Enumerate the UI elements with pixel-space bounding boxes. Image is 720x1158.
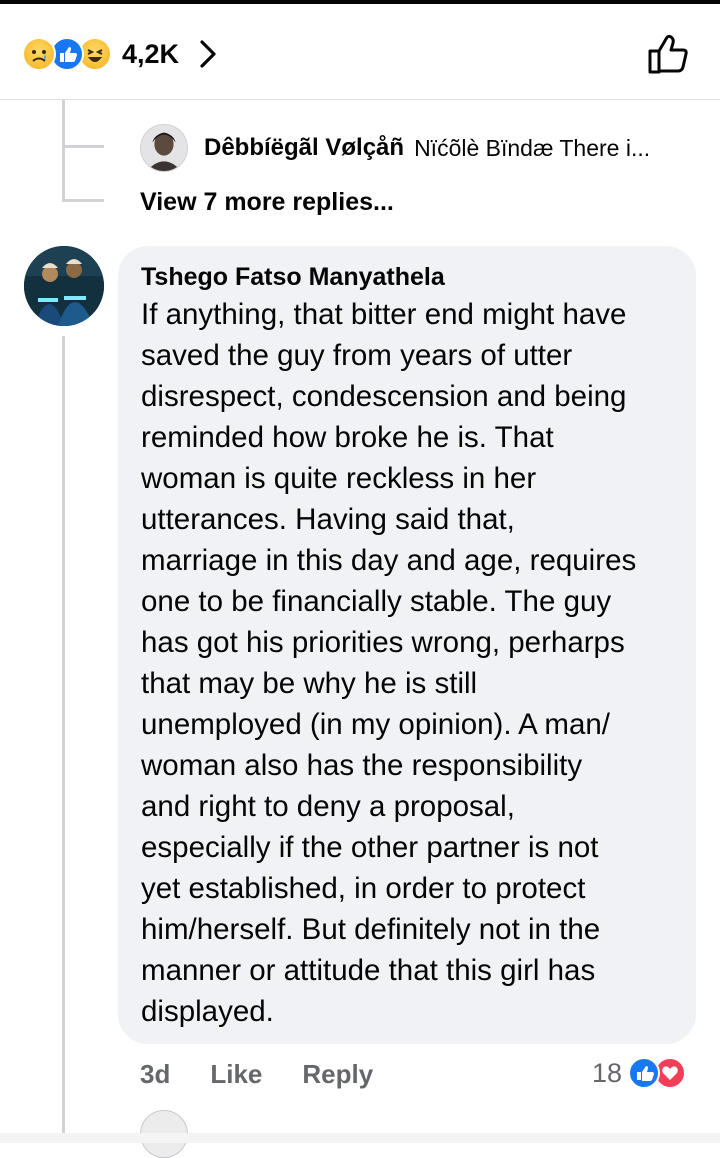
comment-line: woman also has the responsibility	[141, 749, 583, 782]
comment-reaction-count: 18	[592, 1057, 623, 1088]
comment-line: yet established, in order to protect	[141, 872, 586, 905]
like-reaction-icon	[628, 1057, 661, 1089]
avatar[interactable]	[24, 246, 104, 326]
comment-line: disrespect, condescension and being	[141, 380, 627, 413]
comment-line: and right to deny a proposal,	[141, 790, 515, 823]
thread-line	[62, 146, 65, 200]
comment-line: utterances. Having said that,	[141, 503, 515, 536]
comment-line: especially if the other partner is not	[141, 831, 599, 864]
comment-line: him/herself. But definitely not in the	[141, 913, 601, 946]
reply-button[interactable]: Reply	[302, 1059, 373, 1090]
bottom-edge	[0, 1133, 720, 1143]
comment-timestamp[interactable]: 3d	[140, 1059, 170, 1090]
reply-snippet: Nïćõlè Bïndæ There i...	[414, 134, 651, 161]
comment-line: that may be why he is still	[141, 667, 478, 700]
chevron-right-icon	[200, 40, 216, 68]
like-button[interactable]: Like	[210, 1059, 262, 1090]
reactions-summary[interactable]: 4,2K	[22, 34, 219, 74]
reaction-count: 4,2K	[122, 38, 180, 69]
thread-line	[62, 100, 65, 146]
sad-reaction-icon	[22, 37, 56, 71]
comment-line: displayed.	[141, 995, 274, 1028]
comment-line: saved the guy from years of utter	[141, 339, 573, 372]
thread-line	[62, 199, 104, 202]
comment-line: manner or attitude that this girl has	[141, 954, 596, 987]
comment-line: reminded how broke he is. That	[141, 421, 554, 454]
comment-line: woman is quite reckless in her	[141, 462, 537, 495]
comment-line: unemployed (in my opinion). A man/	[141, 708, 610, 741]
comment-line: has got his priorities wrong, perharps	[141, 626, 625, 659]
comment-author[interactable]: Tshego Fatso Manyathela	[141, 260, 674, 294]
reply-preview[interactable]: Dêbbíëgãl Vølçåñ Nïćõlè Bïndæ There i...	[140, 124, 650, 172]
comment-line: If anything, that bitter end might have	[141, 298, 627, 331]
comment-text: If anything, that bitter end might have …	[141, 294, 674, 1032]
next-reply-partial[interactable]	[140, 1110, 188, 1158]
reply-author[interactable]: Dêbbíëgãl Vølçåñ	[204, 134, 404, 162]
avatar[interactable]	[140, 124, 188, 172]
reactions-header: 4,2K	[0, 4, 720, 100]
like-thumb-icon[interactable]	[644, 30, 692, 78]
comment-reactions[interactable]: 18	[592, 1052, 687, 1094]
comment-actions: 3d Like Reply	[140, 1054, 373, 1094]
comment-bubble: Tshego Fatso Manyathela If anything, tha…	[118, 246, 696, 1044]
comment-line: one to be financially stable. The guy	[141, 585, 612, 618]
comment-line: marriage in this day and age, requires	[141, 544, 637, 577]
header-divider	[0, 99, 720, 100]
thread-line	[62, 336, 65, 1136]
view-more-replies-link[interactable]: View 7 more replies...	[140, 188, 394, 217]
thread-line	[62, 145, 104, 148]
